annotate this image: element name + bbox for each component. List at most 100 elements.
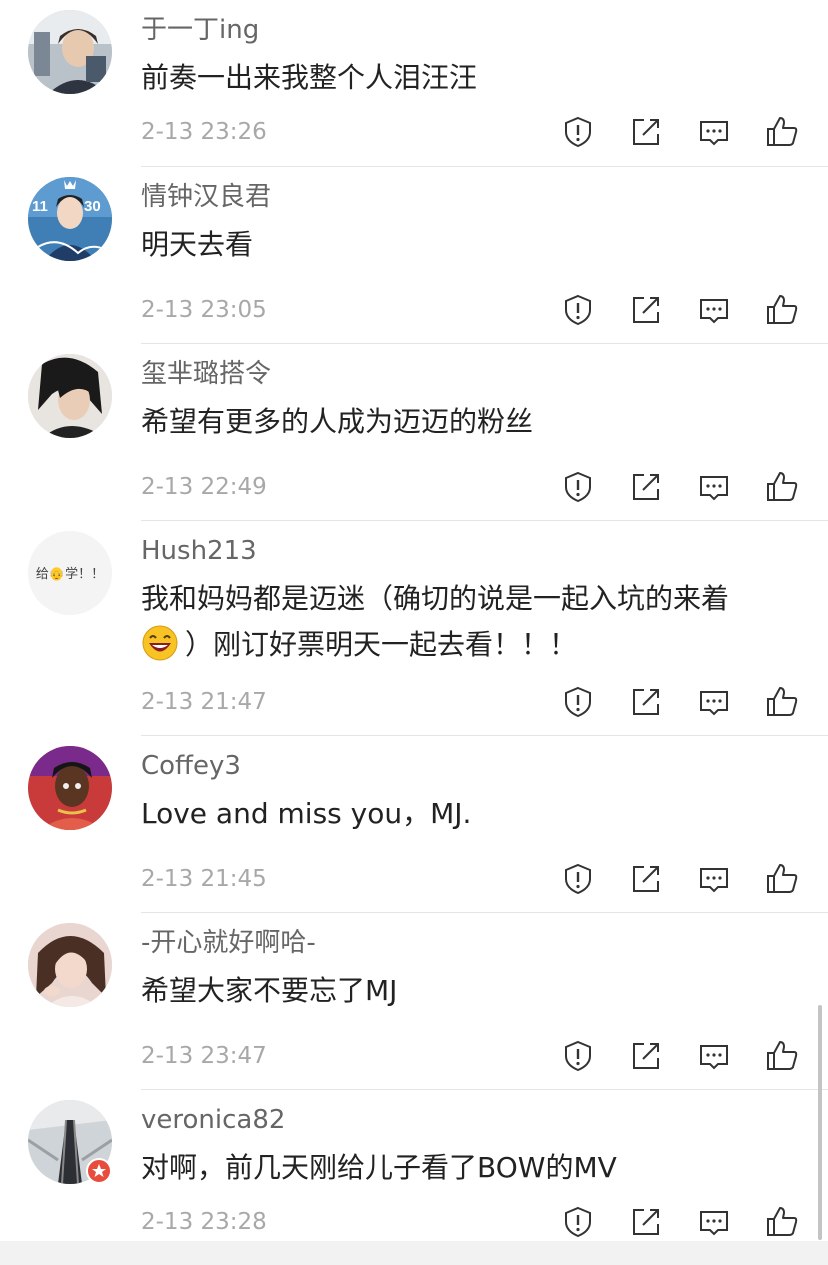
bottom-bar (0, 1241, 828, 1265)
share-button[interactable] (628, 292, 664, 328)
like-button[interactable] (764, 1204, 800, 1240)
thumbs-up-icon (764, 469, 800, 505)
comment-actions (560, 469, 800, 505)
username[interactable]: veronica82 (141, 1100, 285, 1140)
scrollbar[interactable] (818, 1005, 822, 1240)
comment-text-line: 我和妈妈都是迈迷（确切的说是一起入坑的来着 (141, 582, 730, 615)
username[interactable]: 情钟汉良君 (141, 177, 271, 217)
comment-list: 于一丁ing 前奏一出来我整个人泪汪汪 2-13 23:26 11 30 情钟汉… (0, 0, 828, 1260)
comment-feed: 于一丁ing 前奏一出来我整个人泪汪汪 2-13 23:26 11 30 情钟汉… (0, 0, 828, 1265)
share-icon (628, 1038, 664, 1074)
comment-text: 前奏一出来我整个人泪汪汪 (141, 55, 801, 101)
comment-text: 希望有更多的人成为迈迈的粉丝 (141, 399, 801, 445)
share-button[interactable] (628, 1204, 664, 1240)
comment-text-line: 希望大家不要忘了MJ (141, 974, 398, 1007)
warning-shield-icon (560, 469, 596, 505)
reply-button[interactable] (696, 1038, 732, 1074)
share-button[interactable] (628, 114, 664, 150)
thumbs-up-icon (764, 292, 800, 328)
comment-icon (696, 114, 732, 150)
username[interactable]: -开心就好啊哈- (141, 923, 316, 963)
avatar[interactable] (28, 923, 112, 1007)
comment-text-line: 前奏一出来我整个人泪汪汪 (141, 61, 478, 94)
share-icon (628, 114, 664, 150)
like-button[interactable] (764, 684, 800, 720)
comment-text-line: Love and miss you，MJ. (141, 797, 472, 830)
reply-button[interactable] (696, 114, 732, 150)
thumbs-up-icon (764, 861, 800, 897)
timestamp: 2-13 22:49 (141, 474, 267, 500)
report-button[interactable] (560, 1204, 596, 1240)
comment-text-line-2: ）刚订好票明天一起去看！！！ (141, 622, 801, 668)
share-button[interactable] (628, 1038, 664, 1074)
like-button[interactable] (764, 292, 800, 328)
comment-item: veronica82 对啊，前几天刚给儿子看了BOW的MV 2-13 23:28 (0, 1090, 828, 1260)
warning-shield-icon (560, 292, 596, 328)
comment-icon (696, 1204, 732, 1240)
avatar[interactable] (28, 10, 112, 94)
reply-button[interactable] (696, 1204, 732, 1240)
reply-button[interactable] (696, 292, 732, 328)
comment-item: 给👴学！！ Hush213 我和妈妈都是迈迷（确切的说是一起入坑的来着 ）刚订好… (0, 521, 828, 736)
thumbs-up-icon (764, 1038, 800, 1074)
share-button[interactable] (628, 861, 664, 897)
comment-actions (560, 292, 800, 328)
comment-text: Love and miss you，MJ. (141, 791, 801, 837)
comment-text-line: 明天去看 (141, 228, 254, 261)
share-button[interactable] (628, 684, 664, 720)
warning-shield-icon (560, 684, 596, 720)
report-button[interactable] (560, 861, 596, 897)
report-button[interactable] (560, 684, 596, 720)
avatar[interactable] (28, 354, 112, 438)
comment-actions (560, 684, 800, 720)
warning-shield-icon (560, 1204, 596, 1240)
comment-icon (696, 861, 732, 897)
share-icon (628, 469, 664, 505)
comment-actions (560, 1038, 800, 1074)
username[interactable]: Hush213 (141, 531, 257, 571)
share-icon (628, 292, 664, 328)
warning-shield-icon (560, 1038, 596, 1074)
comment-actions (560, 1204, 800, 1240)
avatar-text: 30 (84, 198, 101, 215)
comment-text-line: 对啊，前几天刚给儿子看了BOW的MV (141, 1151, 617, 1184)
reply-button[interactable] (696, 861, 732, 897)
comment-item: -开心就好啊哈- 希望大家不要忘了MJ 2-13 23:47 (0, 913, 828, 1090)
comment-text-line: ）刚订好票明天一起去看！！！ (185, 628, 578, 661)
share-icon (628, 684, 664, 720)
share-button[interactable] (628, 469, 664, 505)
report-button[interactable] (560, 469, 596, 505)
avatar[interactable]: 11 30 (28, 177, 112, 261)
avatar[interactable] (28, 746, 112, 830)
timestamp: 2-13 21:47 (141, 689, 267, 715)
username[interactable]: Coffey3 (141, 746, 241, 786)
like-button[interactable] (764, 861, 800, 897)
reply-button[interactable] (696, 469, 732, 505)
like-button[interactable] (764, 114, 800, 150)
share-icon (628, 861, 664, 897)
timestamp: 2-13 23:28 (141, 1209, 267, 1235)
like-button[interactable] (764, 1038, 800, 1074)
comment-icon (696, 1038, 732, 1074)
timestamp: 2-13 23:47 (141, 1043, 267, 1069)
comment-actions (560, 861, 800, 897)
reply-button[interactable] (696, 684, 732, 720)
thumbs-up-icon (764, 684, 800, 720)
warning-shield-icon (560, 861, 596, 897)
comment-icon (696, 684, 732, 720)
like-button[interactable] (764, 469, 800, 505)
report-button[interactable] (560, 292, 596, 328)
comment-text: 我和妈妈都是迈迷（确切的说是一起入坑的来着 ）刚订好票明天一起去看！！！ (141, 576, 801, 668)
avatar-text: 给👴学！！ (36, 566, 104, 582)
comment-item: 11 30 情钟汉良君 明天去看 2-13 23:05 (0, 167, 828, 344)
thumbs-up-icon (764, 114, 800, 150)
avatar[interactable]: 给👴学！！ (28, 531, 112, 615)
username[interactable]: 于一丁ing (141, 10, 259, 50)
report-button[interactable] (560, 1038, 596, 1074)
star-badge-icon (86, 1158, 112, 1184)
comment-item: 玺芈璐搭令 希望有更多的人成为迈迈的粉丝 2-13 22:49 (0, 344, 828, 521)
comment-text-line: 希望有更多的人成为迈迈的粉丝 (141, 405, 534, 438)
report-button[interactable] (560, 114, 596, 150)
username[interactable]: 玺芈璐搭令 (141, 354, 271, 394)
comment-item: Coffey3 Love and miss you，MJ. 2-13 21:45 (0, 736, 828, 913)
